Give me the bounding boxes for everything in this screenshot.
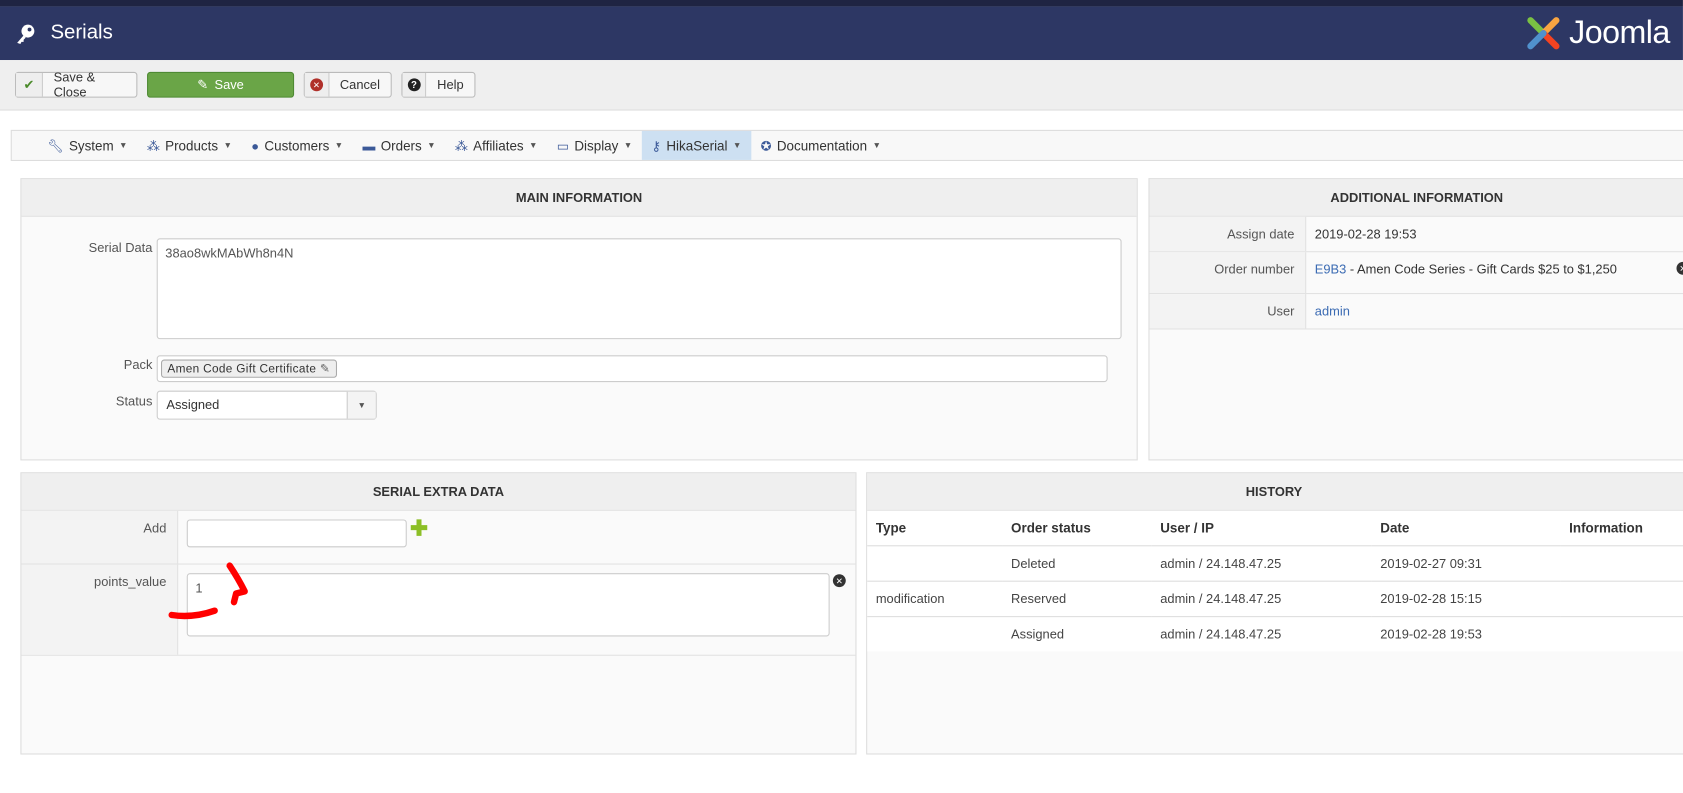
order-number-row: Order number E9B3 - Amen Code Series - Gi… (1149, 252, 1683, 295)
key-icon: ⚷ (651, 137, 661, 153)
panel-title: SERIAL EXTRA DATA (21, 473, 856, 511)
menu-hikaserial[interactable]: ⚷ HikaSerial ▼ (641, 130, 752, 160)
menu-orders[interactable]: ▬ Orders ▼ (353, 131, 445, 160)
cancel-button[interactable]: ✕ Cancel (303, 71, 392, 98)
save-close-button[interactable]: ✔ Save & Close (15, 70, 138, 100)
toolbar: ✔ Save & Close ✎ Save ✕ Cancel ? Help (0, 60, 1683, 111)
pack-input[interactable]: Amen Code Gift Certificate ✎ (156, 355, 1108, 383)
add-field-input[interactable] (186, 519, 407, 548)
header-bar: Serials Joomla (0, 6, 1683, 61)
menu-products[interactable]: ⁂ Products ▼ (137, 131, 241, 160)
main-information-panel: MAIN INFORMATION Serial Data 38ao8wkMAbW… (20, 178, 1138, 461)
pack-tag[interactable]: Amen Code Gift Certificate ✎ (160, 359, 337, 378)
check-icon: ✔ (16, 72, 43, 97)
table-row: Deleted admin / 24.148.47.25 2019-02-27 09… (867, 545, 1683, 582)
table-header-row: Type Order status User / IP Date Information (867, 510, 1683, 546)
edit-icon: ✎ (197, 77, 209, 93)
menu-system[interactable]: 🔧︎ System ▼ (38, 131, 138, 160)
points-value-row: points_value 1 ✕ (21, 564, 856, 656)
table-row: modification Reserved admin / 24.148.47.25… (867, 580, 1683, 617)
pack-label: Pack (123, 357, 153, 373)
cubes-icon: ⁂ (146, 137, 160, 153)
history-table: Type Order status User / IP Date Information… (867, 510, 1683, 652)
menu-documentation[interactable]: ✪ Documentation ▼ (751, 131, 891, 160)
table-row: Assigned admin / 24.148.47.25 2019-02-28 1… (1011, 626, 1482, 642)
panel-title: ADDITIONAL INFORMATION (1149, 179, 1683, 217)
panel-title: MAIN INFORMATION (21, 179, 1137, 217)
user-row: User admin (1149, 294, 1683, 330)
help-icon: ? (407, 78, 421, 92)
menu-display[interactable]: ▭ Display ▼ (547, 131, 642, 160)
menu-affiliates[interactable]: ⁂ Affiliates ▼ (445, 131, 547, 160)
monitor-icon: ▭ (556, 137, 569, 153)
page-title: Serials (50, 21, 113, 45)
lifebuoy-icon: ✪ (760, 137, 772, 153)
user-link[interactable]: admin (1315, 304, 1350, 319)
add-row: Add ✚ (21, 510, 856, 565)
red-annotation-arrow (168, 562, 248, 620)
history-panel: HISTORY Type Order status User / IP Date Inf… (866, 472, 1683, 755)
serial-data-label: Serial Data (88, 240, 153, 256)
chevron-down-icon: ▼ (346, 391, 376, 419)
additional-information-panel: ADDITIONAL INFORMATION Assign date 2019-0… (1148, 178, 1683, 461)
status-select[interactable]: Assigned ▼ (156, 390, 377, 420)
status-label: Status (115, 393, 153, 409)
key-icon (15, 24, 36, 49)
user-icon: ● (251, 137, 260, 153)
credit-card-icon: ▬ (362, 137, 376, 153)
points-value-textarea[interactable]: 1 (186, 573, 830, 637)
menu-customers[interactable]: ● Customers ▼ (242, 131, 353, 160)
pencil-icon[interactable]: ✎ (320, 363, 330, 376)
joomla-logo: Joomla (1524, 14, 1670, 53)
assign-date-row: Assign date 2019-02-28 19:53 (1149, 216, 1683, 253)
remove-field-icon[interactable]: ✕ (832, 574, 846, 588)
remove-order-icon[interactable]: ✕ (1676, 261, 1683, 275)
users-icon: ⁂ (454, 137, 468, 153)
add-icon[interactable]: ✚ (410, 518, 428, 539)
panel-title: HISTORY (867, 473, 1683, 511)
main-menu: 🔧︎ System ▼ ⁂ Products ▼ ● Customers ▼ ▬ Orders… (10, 129, 1683, 161)
serial-data-textarea[interactable]: 38ao8wkMAbWh8n4N (156, 238, 1122, 340)
help-button[interactable]: ? Help (401, 71, 476, 98)
save-button[interactable]: ✎ Save (147, 71, 295, 98)
cancel-icon: ✕ (309, 78, 323, 92)
order-number-link[interactable]: E9B3 (1315, 262, 1347, 277)
serial-extra-data-panel: SERIAL EXTRA DATA Add ✚ points_value 1 ✕ (20, 472, 857, 755)
wrench-icon: 🔧︎ (47, 137, 64, 153)
